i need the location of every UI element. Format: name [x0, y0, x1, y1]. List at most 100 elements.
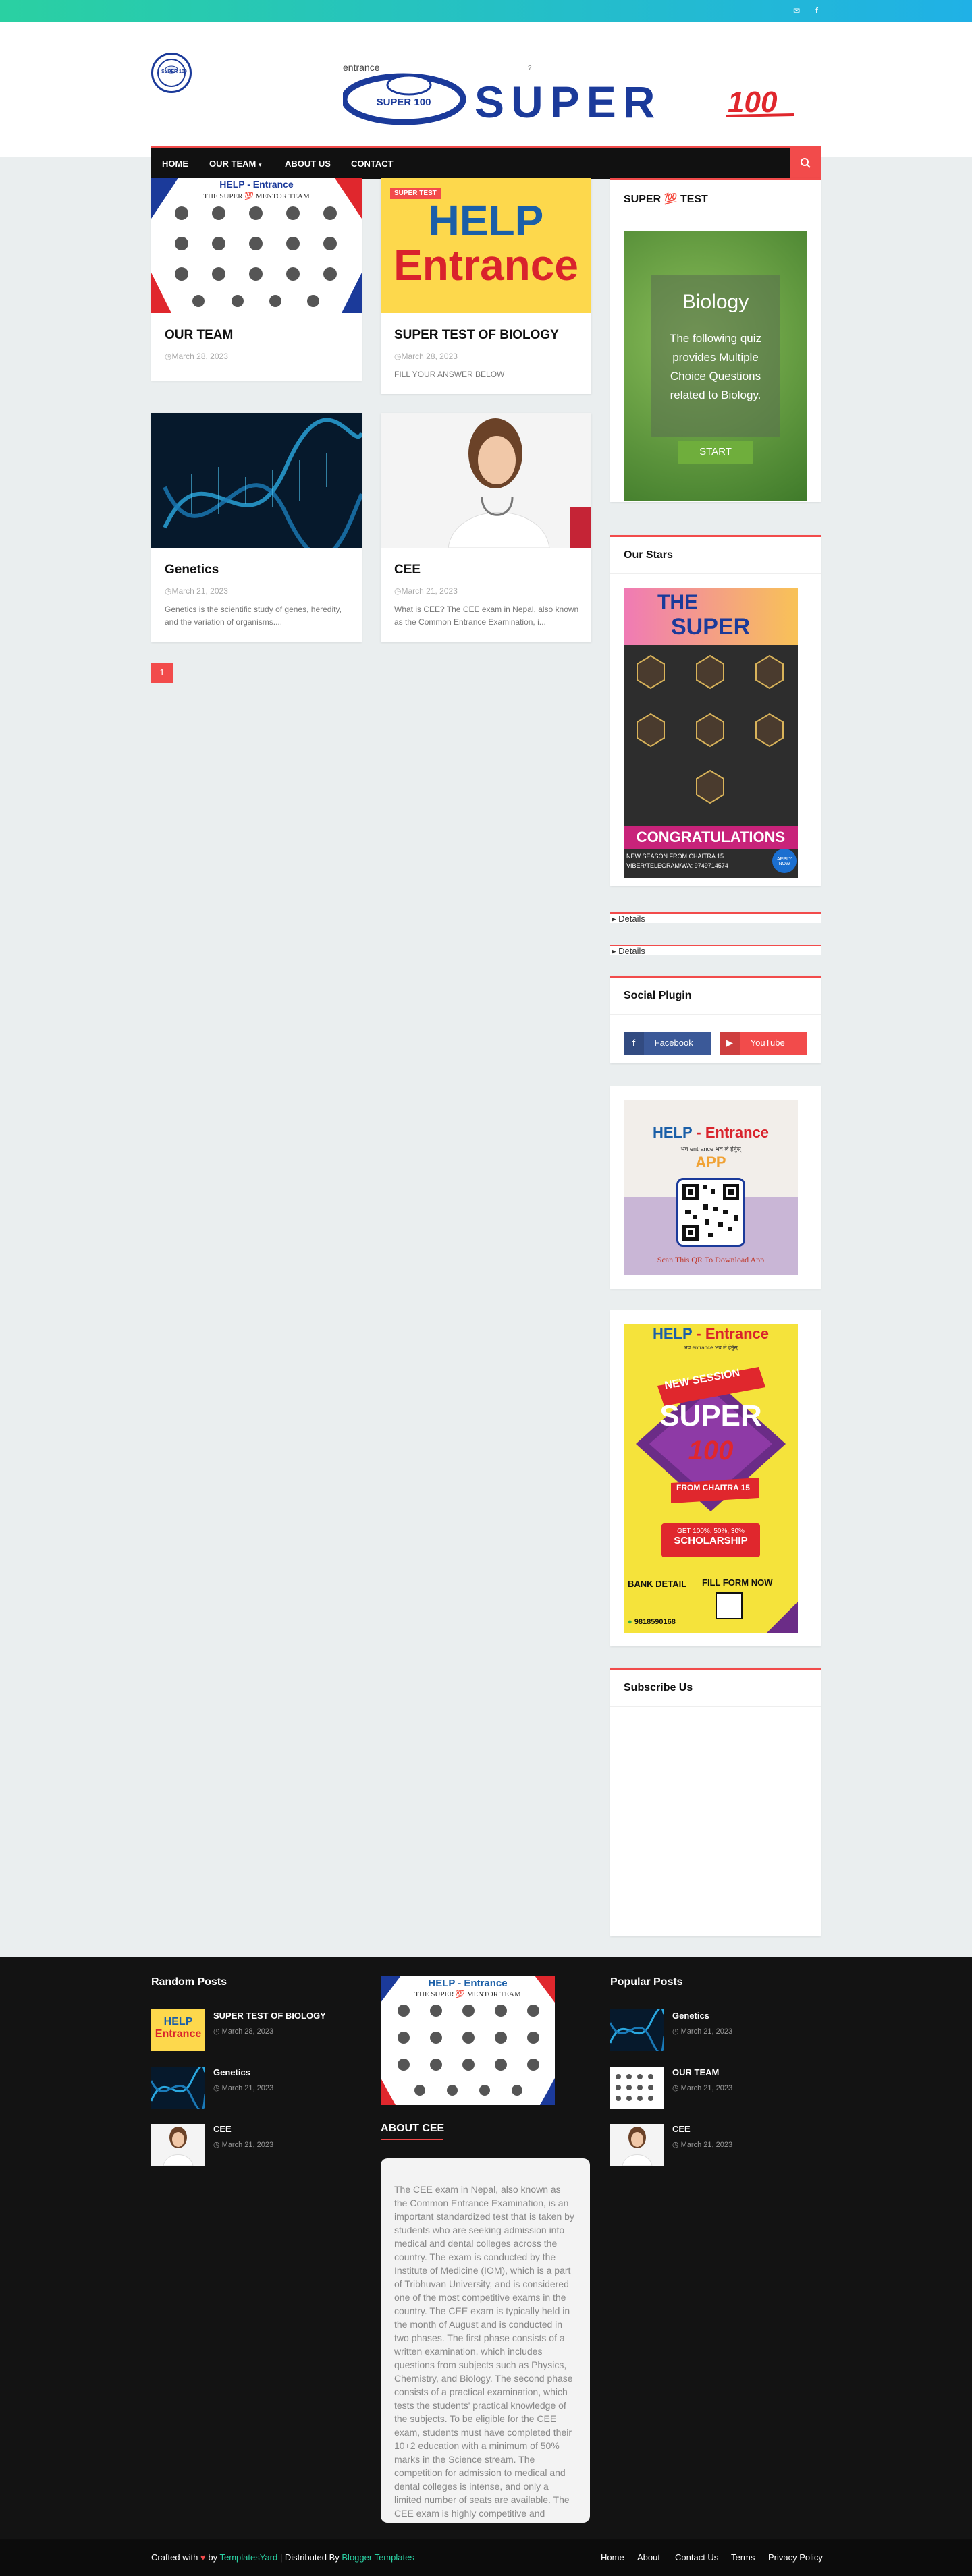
- poster-qr: [716, 1592, 742, 1619]
- post-snippet: What is CEE? The CEE exam in Nepal, also…: [394, 605, 579, 627]
- footer-post-thumbnail[interactable]: [151, 2124, 205, 2166]
- poster-from: FROM CHAITRA 15: [676, 1483, 750, 1492]
- poster-number: 100: [688, 1436, 734, 1465]
- logo-text: SUPER 100: [161, 69, 187, 74]
- thumb-line-2: Entrance: [394, 241, 578, 289]
- top-bar: ✉ f: [0, 0, 972, 22]
- quiz-heading: Biology: [682, 291, 749, 313]
- site-header: SUPER 100 entrance ? SUPER 100 SUPER 100…: [0, 22, 972, 179]
- post-thumbnail[interactable]: HELP - Entrance THE SUPER 💯 MENTOR TEAM: [151, 178, 362, 313]
- footer-team-title: HELP - Entrance: [428, 1978, 507, 1989]
- qr-code: [676, 1178, 745, 1247]
- stars-footer-line-2: VIBER/TELEGRAM/WA: 9749714574: [626, 862, 728, 869]
- clock-icon: ◷: [672, 2141, 681, 2149]
- header-banner[interactable]: SUPER 100 SUPER 100: [341, 62, 809, 136]
- footer-post-date: ◷ March 21, 2023: [672, 2141, 733, 2149]
- widget-subscribe: Subscribe Us: [610, 1668, 821, 1936]
- banner-number: 100: [728, 86, 778, 119]
- quiz-embed[interactable]: Biology The following quiz provides Mult…: [624, 231, 807, 501]
- nav-item-contact[interactable]: CONTACT: [351, 148, 394, 179]
- post-card[interactable]: HELP Entrance SUPER TEST SUPER TEST OF B…: [381, 178, 591, 394]
- footer-post-thumbnail[interactable]: [610, 2124, 664, 2166]
- footer-link-terms[interactable]: Terms: [731, 2552, 755, 2563]
- footer-post-thumbnail[interactable]: [610, 2067, 664, 2109]
- footer-link-about[interactable]: About: [637, 2552, 660, 2563]
- footer-link-privacy[interactable]: Privacy Policy: [768, 2552, 823, 2563]
- quiz-description: The following quiz provides Multiple Cho…: [669, 332, 762, 401]
- blogger-templates-link[interactable]: Blogger Templates: [342, 2552, 414, 2563]
- nav-item-about-us[interactable]: ABOUT US: [285, 148, 331, 179]
- session-poster[interactable]: HELP - Entrance भव entrance भव ले हेर्नु…: [624, 1324, 798, 1633]
- divider: [610, 1014, 821, 1015]
- footer-post-thumbnail[interactable]: HELP Entrance: [151, 2009, 205, 2051]
- clock-icon: ◷: [165, 352, 172, 361]
- post-date: ◷March 28, 2023: [165, 352, 228, 361]
- footer-post-thumbnail[interactable]: [610, 2009, 664, 2051]
- footer-post-thumbnail[interactable]: [151, 2067, 205, 2109]
- poster-bank: BANK DETAIL: [628, 1579, 687, 1589]
- nav-item-home[interactable]: HOME: [162, 148, 188, 179]
- facebook-button[interactable]: f Facebook: [624, 1032, 711, 1055]
- facebook-icon[interactable]: f: [811, 5, 822, 16]
- clock-icon: ◷: [213, 2027, 222, 2036]
- clock-icon: ◷: [213, 2084, 222, 2092]
- post-card[interactable]: Genetics ◷March 21, 2023 Genetics is the…: [151, 413, 362, 642]
- post-date: ◷March 28, 2023: [394, 352, 458, 361]
- app-label: APP: [695, 1154, 726, 1171]
- details-toggle[interactable]: ▸ Details: [610, 912, 821, 924]
- poster-scholarship: GET 100%, 50%, 30% SCHOLARSHIP: [662, 1523, 760, 1557]
- footer-post-title[interactable]: OUR TEAM: [672, 2067, 719, 2077]
- poster-title-entrance: - Entrance: [696, 1325, 769, 1342]
- footer-post-date: ◷ March 28, 2023: [213, 2027, 274, 2036]
- footer-post-title[interactable]: CEE: [672, 2124, 691, 2134]
- app-title-help: HELP: [653, 1124, 693, 1141]
- app-subtitle: भव entrance भव ले हेर्नुस्: [680, 1146, 741, 1152]
- post-card[interactable]: CEE ◷March 21, 2023 What is CEE? The CEE…: [381, 413, 591, 642]
- footer-post-title[interactable]: Genetics: [213, 2067, 250, 2077]
- facebook-icon: f: [624, 1032, 644, 1055]
- widget-app-qr: HELP - Entrance भव entrance भव ले हेर्नु…: [610, 1086, 821, 1289]
- youtube-button[interactable]: ▶ YouTube: [720, 1032, 807, 1055]
- footer-post-title[interactable]: SUPER TEST OF BIOLOGY: [213, 2011, 326, 2021]
- post-thumbnail[interactable]: [151, 413, 362, 548]
- post-title[interactable]: Genetics: [165, 563, 219, 578]
- mail-icon[interactable]: ✉: [791, 5, 802, 16]
- post-snippet: Genetics is the scientific study of gene…: [165, 605, 342, 627]
- footer-team-image[interactable]: HELP - Entrance THE SUPER 💯 MENTOR TEAM: [381, 1976, 555, 2105]
- templatesyard-link[interactable]: TemplatesYard: [219, 2552, 277, 2563]
- footer-post-title[interactable]: CEE: [213, 2124, 232, 2134]
- clock-icon: ◷: [213, 2141, 222, 2149]
- site-logo[interactable]: SUPER 100: [151, 53, 192, 93]
- widget-poster: HELP - Entrance भव entrance भव ले हेर्नु…: [610, 1310, 821, 1646]
- footer-link-home[interactable]: Home: [601, 2552, 624, 2563]
- post-card[interactable]: HELP - Entrance THE SUPER 💯 MENTOR TEAM …: [151, 178, 362, 381]
- search-button[interactable]: [790, 146, 821, 179]
- footer-credit: Crafted with ♥ by TemplatesYard | Distri…: [151, 2552, 414, 2563]
- post-title[interactable]: CEE: [394, 563, 421, 578]
- footer-team-subtitle: THE SUPER 💯 MENTOR TEAM: [414, 1990, 521, 1998]
- widget-social-plugin: Social Plugin f Facebook ▶ YouTube: [610, 976, 821, 1063]
- poster-title-help: HELP: [653, 1325, 693, 1342]
- widget-title: Our Stars: [624, 549, 673, 561]
- thumb-title: HELP - Entrance: [219, 179, 294, 190]
- nav-item-our-team[interactable]: OUR TEAM ▾: [209, 148, 262, 179]
- quiz-start-button[interactable]: START: [678, 441, 753, 464]
- post-title[interactable]: OUR TEAM: [165, 328, 233, 343]
- post-tag[interactable]: SUPER TEST: [390, 188, 441, 199]
- footer-post-date: ◷ March 21, 2023: [672, 2027, 733, 2036]
- clock-icon: ◷: [165, 586, 172, 596]
- post-thumbnail[interactable]: [381, 413, 591, 548]
- details-toggle[interactable]: ▸ Details: [610, 945, 821, 956]
- footer-random-title: Random Posts: [151, 1976, 227, 1988]
- svg-text:SUPER 100: SUPER 100: [377, 96, 431, 108]
- footer-link-contact[interactable]: Contact Us: [675, 2552, 718, 2563]
- footer-post-title[interactable]: Genetics: [672, 2011, 709, 2021]
- stars-poster[interactable]: THE SUPER CONGRATULATIONS NEW SEASON FRO…: [624, 588, 798, 878]
- app-qr-image[interactable]: HELP - Entrance भव entrance भव ले हेर्नु…: [624, 1100, 798, 1275]
- post-title[interactable]: SUPER TEST OF BIOLOGY: [394, 328, 559, 343]
- widget-title: Subscribe Us: [624, 1682, 693, 1693]
- footer-popular-title: Popular Posts: [610, 1976, 683, 1988]
- pagination-current[interactable]: 1: [151, 663, 173, 683]
- bottom-bar: Crafted with ♥ by TemplatesYard | Distri…: [0, 2539, 972, 2576]
- stars-photos: [637, 654, 784, 804]
